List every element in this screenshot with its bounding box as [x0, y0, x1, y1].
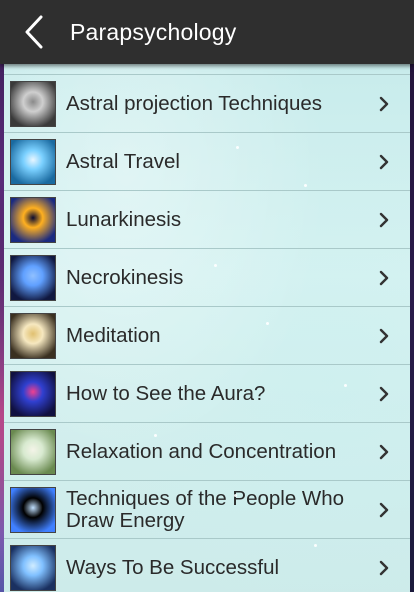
list-item[interactable]: Meditation — [4, 307, 410, 365]
necrokinesis-image — [10, 254, 56, 301]
chevron-right-icon — [379, 96, 389, 111]
list-item-label: How to See the Aura? — [66, 381, 266, 405]
list-item-label: Techniques of the People Who Draw Energy — [66, 486, 345, 532]
list-item-label: Lunarkinesis — [66, 207, 182, 231]
chevron-right-icon — [379, 502, 389, 517]
list-item-partial — [4, 64, 410, 75]
astral-projection-image — [10, 80, 56, 127]
app-bar: Parapsychology — [0, 0, 414, 64]
list-item[interactable]: How to See the Aura? — [4, 365, 410, 423]
chevron-right-icon — [379, 328, 389, 343]
lunarkinesis-image — [10, 196, 56, 243]
list-item[interactable]: Techniques of the People Who Draw Energy — [4, 481, 410, 539]
list-item-label: Relaxation and Concentration — [66, 439, 337, 463]
list-item-label: Astral Travel — [66, 149, 180, 173]
list-item-label: Astral projection Techniques — [66, 91, 323, 115]
draw-energy-image — [10, 486, 56, 533]
chevron-right-icon — [379, 386, 389, 401]
chevron-right-icon — [379, 212, 389, 227]
topic-list[interactable]: Astral projection Techniques Astral Trave… — [4, 64, 410, 592]
aura-image — [10, 370, 56, 417]
chevron-right-icon — [379, 154, 389, 169]
chevron-right-icon — [379, 560, 389, 575]
chevron-right-icon — [379, 444, 389, 459]
chevron-left-icon — [25, 15, 43, 49]
relaxation-image — [10, 428, 56, 475]
list-item-label: Necrokinesis — [66, 265, 184, 289]
list-item-label: Meditation — [66, 323, 161, 347]
page-title: Parapsychology — [70, 18, 237, 45]
list-item[interactable]: Necrokinesis — [4, 249, 410, 307]
list-item-label: Ways To Be Successful — [66, 555, 280, 579]
list-item[interactable]: Relaxation and Concentration — [4, 423, 410, 481]
list-item[interactable]: Astral projection Techniques — [4, 75, 410, 133]
chevron-right-icon — [379, 270, 389, 285]
list-item[interactable]: Lunarkinesis — [4, 191, 410, 249]
list-item[interactable]: Ways To Be Successful — [4, 539, 410, 592]
back-button[interactable] — [22, 12, 46, 52]
successful-image — [10, 544, 56, 591]
meditation-image — [10, 312, 56, 359]
astral-travel-image — [10, 138, 56, 185]
list-item[interactable]: Astral Travel — [4, 133, 410, 191]
